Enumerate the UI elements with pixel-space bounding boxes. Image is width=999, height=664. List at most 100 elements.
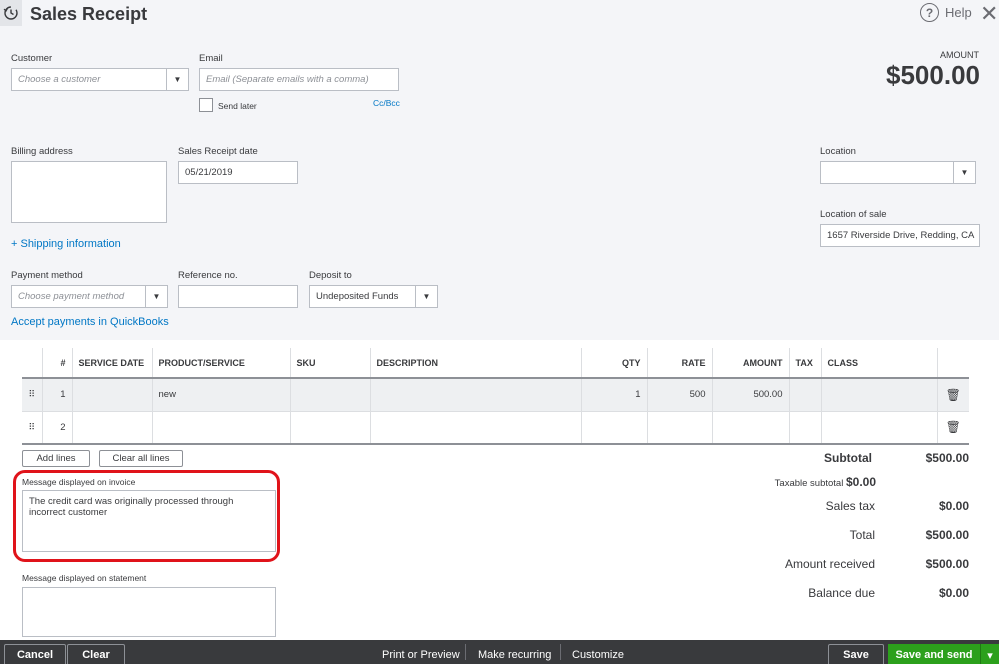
- col-product: PRODUCT/SERVICE: [151, 348, 290, 379]
- row-description[interactable]: [369, 411, 581, 445]
- form-header-area: Sales Receipt ? Help ✕ Customer Choose a…: [0, 0, 999, 340]
- row-num: 1: [41, 378, 72, 412]
- row-service-date[interactable]: [71, 411, 152, 445]
- row-service-date[interactable]: [71, 378, 152, 412]
- table-row[interactable]: ⠿ 2 🗑: [22, 411, 969, 445]
- customer-label: Customer: [11, 53, 53, 64]
- row-qty[interactable]: 1: [580, 378, 647, 412]
- statement-message-label: Message displayed on statement: [22, 573, 147, 583]
- deposit-to-value: Undeposited Funds: [316, 291, 399, 302]
- statement-message-input[interactable]: [22, 587, 276, 637]
- row-class[interactable]: [820, 411, 937, 445]
- receipt-date-input[interactable]: 05/21/2019: [178, 161, 298, 184]
- billing-address-label: Billing address: [11, 146, 73, 157]
- location-of-sale-value: 1657 Riverside Drive, Redding, CA: [827, 230, 975, 241]
- row-amount[interactable]: [711, 411, 789, 445]
- footer-bar: Cancel Clear Print or Preview Make recur…: [0, 640, 999, 664]
- subtotal-label: Subtotal: [824, 451, 872, 465]
- footer-divider: [560, 644, 561, 660]
- reference-label: Reference no.: [178, 270, 238, 281]
- help-button[interactable]: ? Help: [920, 3, 972, 22]
- amount-received-value: $500.00: [925, 557, 969, 571]
- balance-due-label: Balance due: [808, 586, 875, 600]
- chevron-down-icon[interactable]: ▼: [415, 286, 437, 307]
- save-and-send-button[interactable]: Save and send: [888, 644, 980, 664]
- deposit-to-select[interactable]: Undeposited Funds ▼: [309, 285, 438, 308]
- email-label: Email: [199, 53, 223, 64]
- send-later-checkbox[interactable]: [199, 98, 213, 112]
- taxable-subtotal: Taxable subtotal $0.00: [700, 475, 876, 489]
- drag-handle-icon[interactable]: ⠿: [22, 378, 42, 412]
- row-num: 2: [41, 411, 72, 445]
- save-options-chevron-icon[interactable]: ▾: [980, 644, 999, 664]
- row-amount[interactable]: 500.00: [711, 378, 789, 412]
- billing-address-input[interactable]: [11, 161, 167, 223]
- shipping-information-link[interactable]: + Shipping information: [11, 238, 121, 250]
- receipt-date-value: 05/21/2019: [185, 167, 233, 178]
- col-drag: [22, 348, 42, 379]
- page-title: Sales Receipt: [30, 4, 148, 24]
- row-rate[interactable]: [646, 411, 712, 445]
- customer-select[interactable]: Choose a customer ▼: [11, 68, 189, 91]
- chevron-down-icon[interactable]: ▼: [145, 286, 167, 307]
- payment-method-select[interactable]: Choose payment method ▼: [11, 285, 168, 308]
- row-class[interactable]: [820, 378, 937, 412]
- highlight-annotation: [13, 470, 280, 562]
- line-items-table: # SERVICE DATE PRODUCT/SERVICE SKU DESCR…: [22, 348, 969, 445]
- col-description: DESCRIPTION: [369, 348, 581, 379]
- location-select[interactable]: ▼: [820, 161, 976, 184]
- add-lines-button[interactable]: Add lines: [22, 450, 90, 467]
- location-of-sale-label: Location of sale: [820, 209, 887, 220]
- row-tax[interactable]: [788, 378, 821, 412]
- row-sku[interactable]: [289, 378, 370, 412]
- col-class: CLASS: [820, 348, 937, 379]
- accept-payments-link[interactable]: Accept payments in QuickBooks: [11, 316, 169, 328]
- col-amount: AMOUNT: [711, 348, 789, 379]
- row-description[interactable]: [369, 378, 581, 412]
- row-tax[interactable]: [788, 411, 821, 445]
- payment-method-placeholder: Choose payment method: [18, 291, 125, 302]
- email-input[interactable]: Email (Separate emails with a comma): [199, 68, 399, 91]
- amount-received-label: Amount received: [784, 557, 875, 571]
- sales-tax-label: Sales tax: [825, 499, 875, 513]
- print-preview-link[interactable]: Print or Preview: [382, 643, 460, 664]
- save-button[interactable]: Save: [828, 644, 884, 664]
- email-placeholder: Email (Separate emails with a comma): [206, 74, 369, 85]
- trash-icon[interactable]: 🗑: [936, 411, 969, 445]
- drag-handle-icon[interactable]: ⠿: [22, 411, 42, 445]
- cc-bcc-link[interactable]: Cc/Bcc: [373, 98, 400, 108]
- help-label: Help: [945, 5, 972, 20]
- row-rate[interactable]: 500: [646, 378, 712, 412]
- deposit-to-label: Deposit to: [309, 270, 352, 281]
- clear-all-lines-button[interactable]: Clear all lines: [99, 450, 183, 467]
- col-rate: RATE: [646, 348, 712, 379]
- chevron-down-icon[interactable]: ▼: [953, 162, 975, 183]
- row-product[interactable]: new: [151, 378, 290, 412]
- clear-button[interactable]: Clear: [67, 644, 125, 664]
- sales-tax-value: $0.00: [938, 499, 969, 513]
- cancel-button[interactable]: Cancel: [4, 644, 66, 664]
- make-recurring-link[interactable]: Make recurring: [478, 643, 551, 664]
- help-icon: ?: [920, 3, 939, 22]
- recent-transactions-icon[interactable]: [0, 0, 22, 26]
- close-icon[interactable]: ✕: [980, 1, 998, 27]
- row-sku[interactable]: [289, 411, 370, 445]
- row-product[interactable]: [151, 411, 290, 445]
- row-qty[interactable]: [580, 411, 647, 445]
- trash-icon[interactable]: 🗑: [936, 378, 969, 412]
- taxable-subtotal-label: Taxable subtotal: [774, 478, 844, 489]
- chevron-down-icon[interactable]: ▼: [166, 69, 188, 90]
- customize-link[interactable]: Customize: [572, 643, 624, 664]
- send-later-label: Send later: [218, 101, 257, 111]
- table-row[interactable]: ⠿ 1 new 1 500 500.00 🗑: [22, 378, 969, 412]
- footer-divider: [465, 644, 466, 660]
- receipt-date-label: Sales Receipt date: [178, 146, 258, 157]
- col-num: #: [41, 348, 72, 379]
- customer-placeholder: Choose a customer: [18, 74, 101, 85]
- location-of-sale-input[interactable]: 1657 Riverside Drive, Redding, CA: [820, 224, 980, 247]
- reference-input[interactable]: [178, 285, 298, 308]
- col-delete: [936, 348, 969, 379]
- col-sku: SKU: [289, 348, 370, 379]
- payment-method-label: Payment method: [11, 270, 83, 281]
- location-label: Location: [820, 146, 856, 157]
